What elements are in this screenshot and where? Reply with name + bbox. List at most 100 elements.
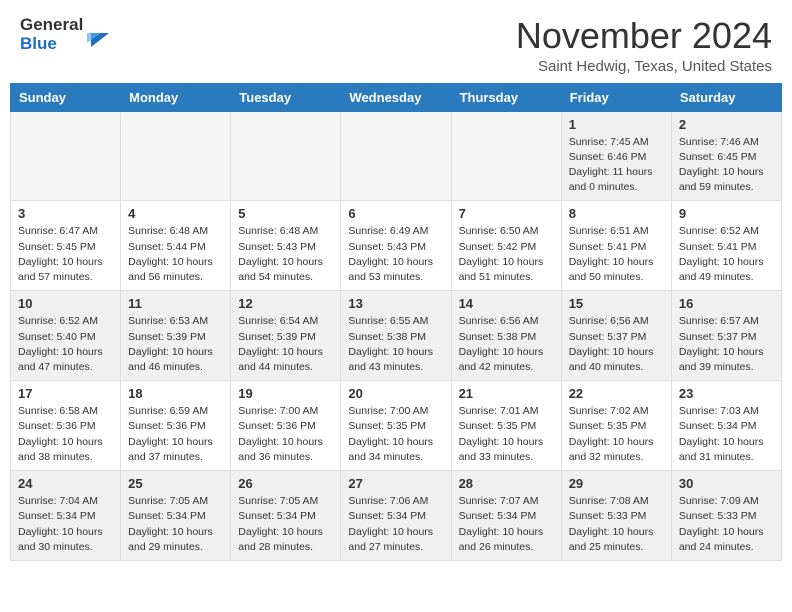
calendar-cell: 5Sunrise: 6:48 AMSunset: 5:43 PMDaylight… <box>231 201 341 291</box>
calendar-week-1: 1 Sunrise: 7:45 AMSunset: 6:46 PMDaylight… <box>11 111 782 201</box>
calendar-cell: 7 Sunrise: 6:50 AMSunset: 5:42 PMDaylight… <box>451 201 561 291</box>
calendar-cell: 23 Sunrise: 7:03 AMSunset: 5:34 PMDayligh… <box>671 381 781 471</box>
calendar-cell: 20Sunrise: 7:00 AMSunset: 5:35 PMDayligh… <box>341 381 451 471</box>
day-info: Sunrise: 6:56 AMSunset: 5:37 PMDaylight:… <box>569 314 664 375</box>
calendar-header-row: SundayMondayTuesdayWednesdayThursdayFrid… <box>11 83 782 111</box>
calendar-cell: 24 Sunrise: 7:04 AMSunset: 5:34 PMDayligh… <box>11 471 121 561</box>
logo-icon <box>87 19 109 47</box>
calendar-cell <box>451 111 561 201</box>
calendar-wrapper: SundayMondayTuesdayWednesdayThursdayFrid… <box>0 83 792 571</box>
day-number: 26 <box>238 476 333 491</box>
calendar-cell: 19Sunrise: 7:00 AMSunset: 5:36 PMDayligh… <box>231 381 341 471</box>
day-info: Sunrise: 7:06 AMSunset: 5:34 PMDaylight:… <box>348 494 443 555</box>
calendar-cell: 29Sunrise: 7:08 AMSunset: 5:33 PMDayligh… <box>561 471 671 561</box>
day-info: Sunrise: 7:09 AMSunset: 5:33 PMDaylight:… <box>679 494 774 555</box>
day-number: 14 <box>459 296 554 311</box>
calendar-header-monday: Monday <box>121 83 231 111</box>
day-number: 16 <box>679 296 774 311</box>
day-info: Sunrise: 7:46 AMSunset: 6:45 PMDaylight:… <box>679 135 774 196</box>
header: General Blue November 2024 Saint Hedwig,… <box>0 0 792 83</box>
day-info: Sunrise: 7:00 AMSunset: 5:36 PMDaylight:… <box>238 404 333 465</box>
day-number: 25 <box>128 476 223 491</box>
day-info: Sunrise: 7:03 AMSunset: 5:34 PMDaylight:… <box>679 404 774 465</box>
day-number: 18 <box>128 386 223 401</box>
calendar-cell: 12 Sunrise: 6:54 AMSunset: 5:39 PMDayligh… <box>231 291 341 381</box>
calendar-week-2: 3 Sunrise: 6:47 AMSunset: 5:45 PMDaylight… <box>11 201 782 291</box>
day-info: Sunrise: 6:51 AMSunset: 5:41 PMDaylight:… <box>569 224 664 285</box>
day-number: 13 <box>348 296 443 311</box>
calendar-cell: 9 Sunrise: 6:52 AMSunset: 5:41 PMDaylight… <box>671 201 781 291</box>
calendar-week-4: 17 Sunrise: 6:58 AMSunset: 5:36 PMDayligh… <box>11 381 782 471</box>
day-number: 4 <box>128 206 223 221</box>
day-number: 12 <box>238 296 333 311</box>
day-number: 15 <box>569 296 664 311</box>
day-number: 17 <box>18 386 113 401</box>
day-number: 1 <box>569 117 664 132</box>
day-info: Sunrise: 7:07 AMSunset: 5:34 PMDaylight:… <box>459 494 554 555</box>
day-info: Sunrise: 6:50 AMSunset: 5:42 PMDaylight:… <box>459 224 554 285</box>
day-number: 27 <box>348 476 443 491</box>
calendar-cell: 16 Sunrise: 6:57 AMSunset: 5:37 PMDayligh… <box>671 291 781 381</box>
month-title: November 2024 <box>516 16 772 56</box>
day-number: 2 <box>679 117 774 132</box>
location-subtitle: Saint Hedwig, Texas, United States <box>516 58 772 75</box>
day-info: Sunrise: 6:47 AMSunset: 5:45 PMDaylight:… <box>18 224 113 285</box>
day-number: 6 <box>348 206 443 221</box>
page: General Blue November 2024 Saint Hedwig,… <box>0 0 792 571</box>
day-info: Sunrise: 7:45 AMSunset: 6:46 PMDaylight:… <box>569 135 664 196</box>
day-info: Sunrise: 6:57 AMSunset: 5:37 PMDaylight:… <box>679 314 774 375</box>
day-info: Sunrise: 7:08 AMSunset: 5:33 PMDaylight:… <box>569 494 664 555</box>
calendar-cell: 15 Sunrise: 6:56 AMSunset: 5:37 PMDayligh… <box>561 291 671 381</box>
day-number: 24 <box>18 476 113 491</box>
calendar-cell: 14 Sunrise: 6:56 AMSunset: 5:38 PMDayligh… <box>451 291 561 381</box>
day-number: 28 <box>459 476 554 491</box>
day-number: 3 <box>18 206 113 221</box>
logo-general: General <box>20 16 83 35</box>
day-number: 9 <box>679 206 774 221</box>
calendar-cell: 3 Sunrise: 6:47 AMSunset: 5:45 PMDaylight… <box>11 201 121 291</box>
day-number: 10 <box>18 296 113 311</box>
calendar-cell: 30 Sunrise: 7:09 AMSunset: 5:33 PMDayligh… <box>671 471 781 561</box>
day-info: Sunrise: 7:05 AMSunset: 5:34 PMDaylight:… <box>128 494 223 555</box>
day-number: 8 <box>569 206 664 221</box>
calendar-table: SundayMondayTuesdayWednesdayThursdayFrid… <box>10 83 782 561</box>
calendar-cell: 10Sunrise: 6:52 AMSunset: 5:40 PMDayligh… <box>11 291 121 381</box>
calendar-cell: 4 Sunrise: 6:48 AMSunset: 5:44 PMDaylight… <box>121 201 231 291</box>
day-info: Sunrise: 6:56 AMSunset: 5:38 PMDaylight:… <box>459 314 554 375</box>
calendar-cell: 17 Sunrise: 6:58 AMSunset: 5:36 PMDayligh… <box>11 381 121 471</box>
day-info: Sunrise: 7:04 AMSunset: 5:34 PMDaylight:… <box>18 494 113 555</box>
title-block: November 2024 Saint Hedwig, Texas, Unite… <box>516 16 772 75</box>
calendar-header-saturday: Saturday <box>671 83 781 111</box>
calendar-cell: 21Sunrise: 7:01 AMSunset: 5:35 PMDayligh… <box>451 381 561 471</box>
calendar-header-friday: Friday <box>561 83 671 111</box>
calendar-cell: 6Sunrise: 6:49 AMSunset: 5:43 PMDaylight… <box>341 201 451 291</box>
day-number: 20 <box>348 386 443 401</box>
logo-blue: Blue <box>20 35 57 54</box>
calendar-cell <box>231 111 341 201</box>
calendar-cell: 2 Sunrise: 7:46 AMSunset: 6:45 PMDaylight… <box>671 111 781 201</box>
day-number: 7 <box>459 206 554 221</box>
calendar-cell: 11Sunrise: 6:53 AMSunset: 5:39 PMDayligh… <box>121 291 231 381</box>
day-info: Sunrise: 6:48 AMSunset: 5:43 PMDaylight:… <box>238 224 333 285</box>
day-number: 22 <box>569 386 664 401</box>
day-number: 11 <box>128 296 223 311</box>
logo-text: General Blue <box>20 16 83 53</box>
calendar-cell: 22Sunrise: 7:02 AMSunset: 5:35 PMDayligh… <box>561 381 671 471</box>
calendar-cell <box>11 111 121 201</box>
day-info: Sunrise: 6:58 AMSunset: 5:36 PMDaylight:… <box>18 404 113 465</box>
calendar-header-sunday: Sunday <box>11 83 121 111</box>
day-info: Sunrise: 6:59 AMSunset: 5:36 PMDaylight:… <box>128 404 223 465</box>
day-number: 30 <box>679 476 774 491</box>
day-info: Sunrise: 7:05 AMSunset: 5:34 PMDaylight:… <box>238 494 333 555</box>
calendar-week-3: 10Sunrise: 6:52 AMSunset: 5:40 PMDayligh… <box>11 291 782 381</box>
day-info: Sunrise: 6:54 AMSunset: 5:39 PMDaylight:… <box>238 314 333 375</box>
day-number: 23 <box>679 386 774 401</box>
day-info: Sunrise: 6:48 AMSunset: 5:44 PMDaylight:… <box>128 224 223 285</box>
day-info: Sunrise: 6:55 AMSunset: 5:38 PMDaylight:… <box>348 314 443 375</box>
calendar-header-thursday: Thursday <box>451 83 561 111</box>
calendar-cell: 27 Sunrise: 7:06 AMSunset: 5:34 PMDayligh… <box>341 471 451 561</box>
calendar-week-5: 24 Sunrise: 7:04 AMSunset: 5:34 PMDayligh… <box>11 471 782 561</box>
day-info: Sunrise: 7:01 AMSunset: 5:35 PMDaylight:… <box>459 404 554 465</box>
day-info: Sunrise: 6:52 AMSunset: 5:41 PMDaylight:… <box>679 224 774 285</box>
calendar-cell: 25 Sunrise: 7:05 AMSunset: 5:34 PMDayligh… <box>121 471 231 561</box>
